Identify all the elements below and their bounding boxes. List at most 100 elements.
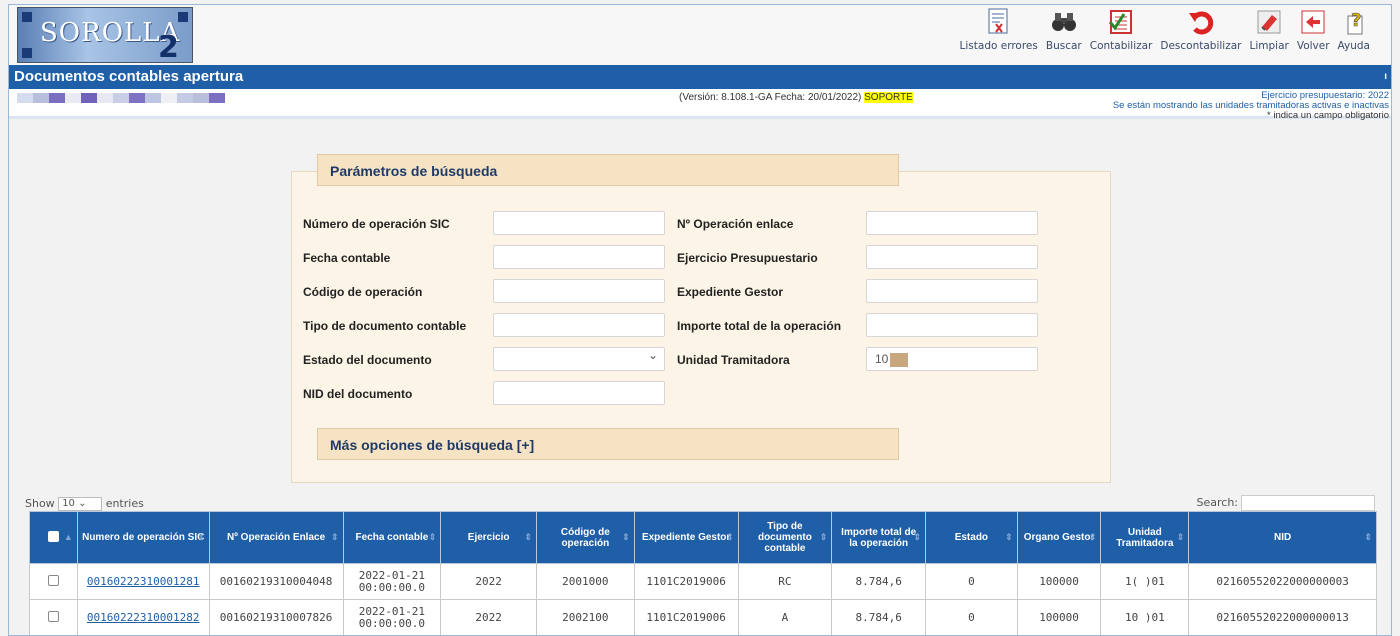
col-header-label: Organo Gestor [1023, 532, 1095, 543]
cell-fecha: 2022-01-21 [358, 568, 426, 582]
codigo-operacion-label: Código de operación [303, 285, 423, 299]
codigo-operacion-input[interactable] [493, 279, 665, 303]
col-header[interactable]: Estado ⇕ [925, 511, 1018, 564]
sic-link[interactable]: 00160222310001282 [87, 611, 200, 624]
select-all-header[interactable]: ▲ [29, 511, 78, 564]
ejercicio-presupuestario-input[interactable] [866, 245, 1038, 269]
more-search-options-toggle[interactable]: Más opciones de búsqueda [+] [317, 428, 899, 460]
listado-errores-button[interactable]: Listado errores [957, 7, 1041, 52]
col-header[interactable]: Código de operación ⇕ [535, 511, 635, 564]
top-header: SOROLLA 2 Listado errores Buscar Contabi… [9, 5, 1391, 65]
expediente-gestor-input[interactable] [866, 279, 1038, 303]
title-bar-marker: ı [1384, 71, 1387, 82]
soporte-highlight: SOPORTE [864, 92, 913, 103]
cell-expediente: 1101C2019006 [633, 599, 739, 635]
cell-ejercicio: 2022 [440, 563, 537, 600]
cell-fecha-time: 00:00:00.0 [358, 616, 426, 630]
binoculars-icon [1049, 7, 1079, 37]
cell-expediente: 1101C2019006 [633, 563, 739, 600]
num-op-sic-label: Número de operación SIC [303, 217, 450, 231]
op-enlace-label: Nº Operación enlace [677, 217, 794, 231]
importe-total-input[interactable] [866, 313, 1038, 337]
svg-text:?: ? [1351, 10, 1361, 31]
report-icon [984, 7, 1014, 37]
table-row: 00160222310001282 00160219310007826 2022… [29, 599, 1377, 635]
page-title-bar: Documentos contables apertura ı [9, 65, 1391, 89]
col-header[interactable]: Importe total de la operación ⇕ [831, 511, 927, 564]
cell-organo: 100000 [1016, 599, 1102, 635]
op-enlace-input[interactable] [866, 211, 1038, 235]
row-checkbox[interactable] [47, 610, 59, 622]
table-search: Search: [1196, 495, 1375, 511]
sort-icon: ⇕ [622, 532, 630, 542]
cell-unidad: 10 )01 [1100, 599, 1190, 635]
page-size-select[interactable]: 10 ⌄ [58, 497, 103, 511]
limpiar-button[interactable]: Limpiar [1247, 7, 1292, 52]
toolbar: Listado errores Buscar Contabilizar Desc… [957, 7, 1373, 52]
col-header[interactable]: Fecha contable ⇕ [342, 511, 442, 564]
sort-icon: ⇕ [1005, 532, 1013, 542]
cell-estado: 0 [925, 599, 1018, 635]
ledger-check-icon [1106, 7, 1136, 37]
toolbar-label: Contabilizar [1089, 40, 1153, 52]
page-size-value: 10 [62, 498, 75, 509]
search-panel-header: Parámetros de búsqueda [317, 154, 899, 186]
col-header[interactable]: Numero de operación SIC ⇕ [76, 511, 210, 564]
sort-icon: ⇕ [1176, 532, 1185, 542]
version-info: (Versión: 8.108.1-GA Fecha: 20/01/2022) … [679, 92, 913, 103]
app-logo: SOROLLA 2 [17, 7, 193, 63]
col-header[interactable]: Organo Gestor ⇕ [1016, 511, 1102, 564]
cell-fecha: 2022-01-21 [358, 604, 426, 618]
table-row: 00160222310001281 00160219310004048 2022… [29, 563, 1377, 600]
row-checkbox[interactable] [47, 574, 59, 586]
search-label: Search: [1196, 496, 1239, 509]
col-header-label: Tipo de documento contable [757, 521, 812, 554]
col-header[interactable]: Expediente Gestor ⇕ [633, 511, 739, 564]
col-header-label: Numero de operación SIC [82, 532, 205, 543]
buscar-button[interactable]: Buscar [1043, 7, 1085, 52]
col-header-label: Expediente Gestor [641, 532, 731, 543]
unidad-tramitadora-input[interactable]: 10 [866, 347, 1038, 371]
col-header[interactable]: Ejercicio ⇕ [440, 511, 537, 564]
cell-organo: 100000 [1016, 563, 1102, 600]
col-header[interactable]: Unidad Tramitadora ⇕ [1100, 511, 1190, 564]
nid-documento-input[interactable] [493, 381, 665, 405]
col-header[interactable]: Tipo de documento contable ⇕ [737, 511, 833, 564]
app-window: SOROLLA 2 Listado errores Buscar Contabi… [8, 4, 1392, 636]
tipo-documento-input[interactable] [493, 313, 665, 337]
contabilizar-button[interactable]: Contabilizar [1087, 7, 1156, 52]
col-header-label: Nº Operación Enlace [227, 532, 326, 543]
page-title: Documentos contables apertura [14, 68, 244, 85]
info-line: (Versión: 8.108.1-GA Fecha: 20/01/2022) … [9, 89, 1391, 121]
col-header-label: Código de operación [560, 526, 610, 549]
ayuda-button[interactable]: ? Ayuda [1335, 7, 1373, 52]
descontabilizar-button[interactable]: Descontabilizar [1157, 7, 1244, 52]
estado-documento-label: Estado del documento [303, 353, 432, 367]
num-op-sic-input[interactable] [493, 211, 665, 235]
toolbar-label: Buscar [1045, 40, 1082, 52]
sort-icon: ⇕ [330, 532, 339, 542]
select-all-checkbox[interactable] [47, 530, 59, 542]
col-header[interactable]: Nº Operación Enlace ⇕ [208, 511, 344, 564]
cell-estado: 0 [925, 563, 1018, 600]
volver-button[interactable]: Volver [1294, 7, 1333, 52]
col-header-label: Ejercicio [467, 532, 510, 543]
toolbar-label: Volver [1296, 40, 1330, 52]
toolbar-label: Limpiar [1249, 40, 1289, 52]
cell-ejercicio: 2022 [440, 599, 537, 635]
col-header[interactable]: NID ⇕ [1188, 511, 1377, 564]
search-input[interactable] [1241, 495, 1375, 511]
fecha-contable-input[interactable] [493, 245, 665, 269]
unidad-tramitadora-value: 10 [875, 352, 889, 366]
cell-unidad: 1( )01 [1100, 563, 1190, 600]
sic-link[interactable]: 00160222310001281 [87, 575, 200, 588]
unidad-tramitadora-label: Unidad Tramitadora [677, 353, 790, 367]
col-header-label: Estado [954, 532, 989, 543]
entries-label: entries [105, 497, 144, 510]
show-entries-control: Show 10 ⌄ entries [25, 497, 144, 511]
col-header-label: Unidad Tramitadora [1116, 526, 1174, 549]
cell-fecha-time: 00:00:00.0 [358, 580, 426, 594]
right-info: Ejercicio presupuestario: 2022 Se están … [1113, 91, 1389, 121]
col-header-label: Fecha contable [355, 532, 429, 543]
estado-documento-select[interactable] [493, 344, 665, 371]
